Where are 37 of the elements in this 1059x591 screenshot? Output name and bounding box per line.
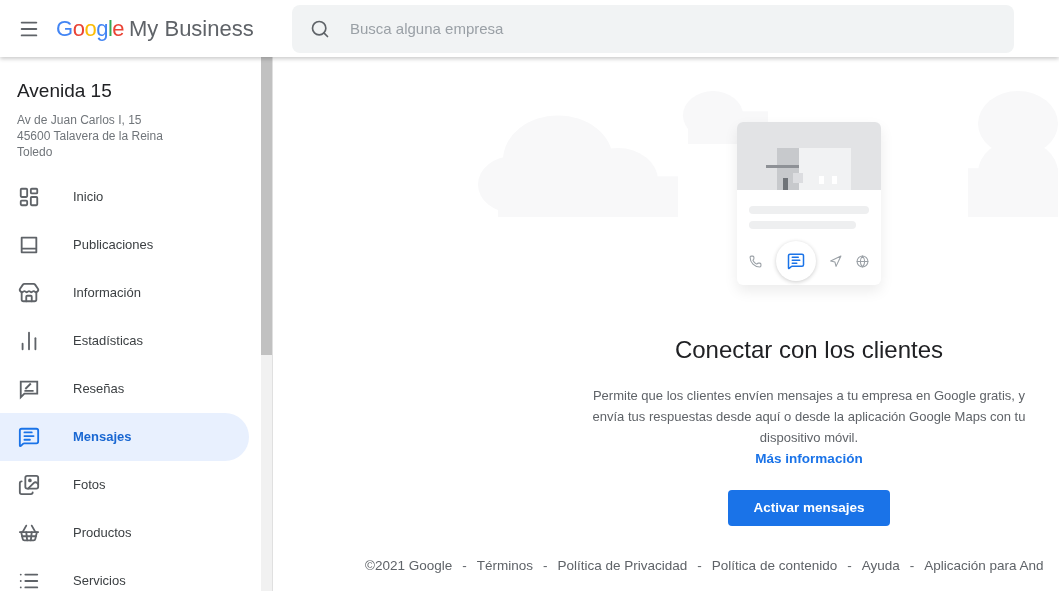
description: Permite que los clientes envíen mensajes a tu empresa en Google gratis, y envía tus respuestas desde aquí o desde la aplicación Google Maps con tu dispositivo móvil. bbox=[591, 387, 1027, 447]
separator: - bbox=[847, 556, 852, 575]
more-info-link[interactable]: Más información bbox=[755, 449, 863, 470]
business-name: Avenida 15 bbox=[17, 79, 113, 103]
address-line: 45600 Talavera de la Reina bbox=[17, 127, 164, 144]
footer-link[interactable]: Aplicación para And bbox=[924, 555, 1044, 577]
footer-link[interactable]: Política de contenido bbox=[711, 555, 838, 577]
sidebar-item[interactable]: Estadísticas bbox=[0, 316, 249, 365]
separator: - bbox=[697, 556, 702, 575]
sidebar-item[interactable]: Servicios bbox=[0, 556, 249, 591]
sidebar-item[interactable]: Información bbox=[0, 268, 249, 317]
search-icon bbox=[310, 18, 330, 39]
footer-link[interactable]: Términos bbox=[476, 555, 534, 577]
scrollbar[interactable] bbox=[261, 57, 272, 591]
logo: Google bbox=[56, 15, 124, 43]
sidebar-item[interactable]: Productos bbox=[0, 508, 249, 557]
activate-messages-button[interactable]: Activar mensajes bbox=[728, 490, 890, 527]
storefront-icon bbox=[18, 281, 40, 304]
separator: - bbox=[909, 556, 915, 575]
address-line: Toledo bbox=[17, 143, 54, 160]
separator: - bbox=[462, 556, 467, 575]
chat-icon bbox=[18, 425, 40, 448]
sidebar-item[interactable]: Mensajes bbox=[0, 412, 249, 461]
photos-icon bbox=[18, 473, 40, 496]
search-field[interactable]: Busca alguna empresa bbox=[292, 4, 1014, 53]
sidebar-item[interactable]: Inicio bbox=[0, 172, 249, 221]
footer-link[interactable]: Ayuda bbox=[861, 555, 900, 577]
copyright: ©2021 Google bbox=[365, 556, 453, 575]
sidebar-item[interactable]: Publicaciones bbox=[0, 220, 249, 269]
sidebar-item[interactable]: Fotos bbox=[0, 460, 249, 509]
footer-link[interactable]: Política de Privacidad bbox=[557, 555, 688, 577]
address-line: Av de Juan Carlos I, 15 bbox=[17, 111, 143, 128]
separator: - bbox=[543, 556, 548, 575]
product-name: My Business bbox=[129, 15, 254, 43]
dashboard-icon bbox=[18, 185, 40, 208]
sidebar-item[interactable]: Reseñas bbox=[0, 364, 249, 413]
section-title: Conectar con los clientes bbox=[674, 335, 944, 365]
